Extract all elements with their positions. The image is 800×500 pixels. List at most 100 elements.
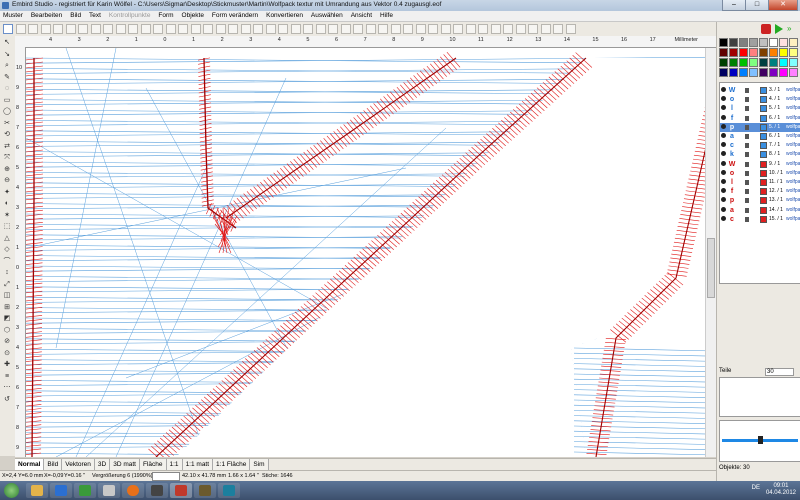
toolbar-tool-icon[interactable] [415, 24, 426, 34]
tab-flaeche[interactable]: Fläche [140, 459, 167, 470]
object-row[interactable]: l 11. / 1wolfpack [720, 178, 800, 187]
lock-icon[interactable] [745, 207, 749, 213]
menu-text[interactable]: Text [86, 11, 104, 21]
taskbar-app8[interactable] [194, 483, 216, 498]
palette-swatch[interactable] [779, 58, 788, 67]
toolbar-tool-icon[interactable] [290, 24, 301, 34]
toolbar-tool-icon[interactable] [453, 24, 463, 34]
palette-swatch[interactable] [789, 38, 798, 47]
left-tool-icon[interactable]: ✎ [2, 73, 12, 83]
object-color[interactable] [760, 105, 767, 113]
object-color[interactable] [760, 142, 767, 150]
lock-icon[interactable] [745, 143, 749, 149]
object-color[interactable] [760, 114, 767, 122]
lock-icon[interactable] [745, 189, 749, 195]
toolbar-tool-icon[interactable] [115, 24, 126, 34]
left-tool-icon[interactable]: ◯ [2, 107, 12, 117]
taskbar-firefox[interactable] [122, 483, 144, 498]
menu-form-veraendern[interactable]: Form verändern [209, 11, 261, 21]
toolbar-tool-icon[interactable] [328, 24, 338, 34]
embroidery-canvas[interactable] [26, 48, 715, 457]
visibility-eye-icon[interactable] [721, 87, 726, 92]
left-tool-icon[interactable]: ⊖ [2, 176, 12, 186]
left-tool-icon[interactable]: ✂ [2, 119, 12, 129]
toolbar-tool-icon[interactable] [403, 24, 413, 34]
left-tool-icon[interactable]: ◫ [2, 291, 12, 301]
object-color[interactable] [760, 133, 767, 140]
toolbar-tool-icon[interactable] [165, 24, 176, 34]
toolbar-tool-icon[interactable] [303, 24, 313, 34]
toolbar-tool-icon[interactable] [365, 24, 376, 34]
taskbar-media[interactable] [50, 483, 72, 498]
object-row[interactable]: c 7. / 1 wolfpack [720, 141, 800, 150]
object-color[interactable] [760, 160, 767, 168]
visibility-eye-icon[interactable] [721, 142, 726, 148]
palette-swatch[interactable] [759, 58, 768, 67]
lock-icon[interactable] [745, 97, 749, 103]
object-row[interactable]: o 4. / 1 wolfpack [720, 95, 800, 104]
object-row[interactable]: W 9. / 1 wolfpack [720, 160, 800, 169]
toolbar-tool-icon[interactable] [190, 24, 201, 34]
record-icon[interactable] [761, 24, 771, 34]
toolbar-tool-icon[interactable] [465, 24, 476, 34]
palette-swatch[interactable] [719, 68, 728, 77]
tab-normal[interactable]: Normal [15, 459, 45, 470]
visibility-eye-icon[interactable] [721, 160, 726, 166]
palette-swatch[interactable] [789, 48, 798, 57]
visibility-eye-icon[interactable] [721, 133, 726, 138]
palette-swatch[interactable] [719, 48, 728, 57]
toolbar-tool-icon[interactable] [515, 24, 526, 34]
object-row[interactable]: W 3. / 1 wolfpack [720, 86, 800, 95]
visibility-eye-icon[interactable] [721, 179, 726, 184]
object-row[interactable]: f 12. / 1wolfpack [720, 187, 800, 196]
object-row[interactable]: k 8. / 1 wolfpack [720, 150, 800, 159]
menu-auswaehlen[interactable]: Auswählen [308, 11, 346, 21]
tab-vektoren[interactable]: Vektoren [62, 459, 95, 470]
left-tool-icon[interactable]: ◩ [2, 314, 12, 324]
palette-swatch[interactable] [779, 38, 788, 47]
toolbar-tool-icon[interactable] [215, 24, 226, 34]
tab-1-1-flaeche[interactable]: 1:1 Fläche [213, 459, 251, 470]
visibility-eye-icon[interactable] [721, 169, 726, 175]
left-tool-icon[interactable]: ⤢ [2, 280, 12, 290]
visibility-eye-icon[interactable] [721, 105, 726, 111]
left-tool-icon[interactable]: ⟲ [2, 130, 12, 140]
toolbar-tool-icon[interactable] [428, 24, 438, 34]
menu-objekte[interactable]: Objekte [179, 11, 207, 21]
palette-swatch[interactable] [739, 58, 748, 67]
toolbar-tool-icon[interactable] [40, 24, 51, 34]
left-tool-icon[interactable]: ↖ [2, 38, 12, 48]
object-row[interactable]: c 15. / 1wolfpack [720, 215, 800, 224]
menu-ansicht[interactable]: Ansicht [348, 11, 375, 21]
toolbar-tool-icon[interactable] [440, 24, 451, 34]
left-tool-icon[interactable]: ◐ [2, 199, 12, 209]
palette-swatch[interactable] [789, 58, 798, 67]
start-button[interactable] [4, 483, 19, 498]
palette-swatch[interactable] [739, 48, 748, 57]
palette-swatch[interactable] [769, 48, 778, 57]
lock-icon[interactable] [745, 88, 749, 93]
close-button[interactable]: ✕ [768, 0, 798, 11]
toolbar-tool-icon[interactable] [478, 24, 488, 34]
play-icon[interactable] [775, 24, 783, 34]
palette-swatch[interactable] [729, 58, 738, 67]
palette-swatch[interactable] [749, 58, 758, 67]
toolbar-tool-icon[interactable] [353, 24, 363, 34]
toolbar-tool-icon[interactable] [178, 24, 188, 34]
menu-bild[interactable]: Bild [67, 11, 84, 21]
fast-forward-icon[interactable]: » [787, 24, 797, 34]
lock-icon[interactable] [745, 115, 749, 121]
toolbar-tool-icon[interactable] [90, 24, 101, 34]
palette-swatch[interactable] [749, 48, 758, 57]
left-tool-icon[interactable]: ◇ [2, 245, 12, 255]
toolbar-tool-icon[interactable] [153, 24, 163, 34]
palette-swatch[interactable] [749, 68, 758, 77]
toolbar-tool-icon[interactable] [378, 24, 388, 34]
toolbar-tool-icon[interactable] [228, 24, 238, 34]
tab-3d[interactable]: 3D [94, 459, 111, 470]
lock-icon[interactable] [745, 216, 749, 222]
teile-value[interactable]: 30 [765, 368, 794, 376]
object-row[interactable]: a 14. / 1wolfpack [720, 206, 800, 215]
object-color[interactable] [760, 188, 767, 196]
object-row[interactable]: p 13. / 1wolfpack [720, 196, 800, 205]
